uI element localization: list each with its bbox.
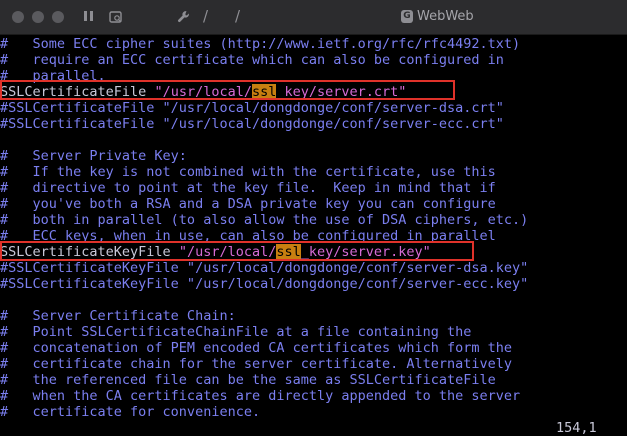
line-segment: # you've both a RSA and a DSA private ke… [0, 196, 496, 212]
terminal-line: #SSLCertificateFile "/usr/local/dongdong… [0, 100, 504, 116]
line-segment: #SSLCertificateKeyFile "/usr/local/dongd… [0, 276, 529, 292]
wrench-icon-svg [178, 11, 189, 22]
line-segment: # require an ECC certificate which can a… [0, 52, 504, 68]
separator-icon: / [203, 7, 209, 25]
terminal-line: # certificate for convenience. [0, 404, 260, 420]
terminal-line: # Server Certificate Chain: [0, 308, 236, 324]
sidebar-icon[interactable] [82, 9, 96, 27]
minimize-button[interactable] [32, 11, 44, 23]
line-segment: # certificate chain for the server certi… [0, 356, 513, 372]
line-segment: # If the key is not combined with the ce… [0, 164, 496, 180]
line-segment: #SSLCertificateFile "/usr/local/dongdong… [0, 116, 504, 132]
zoom-button[interactable] [52, 11, 64, 23]
annotation-box-certificate [0, 80, 455, 100]
window-title: WebWeb [417, 9, 474, 24]
terminal-line: # you've both a RSA and a DSA private ke… [0, 196, 496, 212]
terminal-line: # certificate chain for the server certi… [0, 356, 512, 372]
line-segment: # Server Certificate Chain: [0, 308, 236, 324]
line-segment: #SSLCertificateFile "/usr/local/dongdong… [0, 100, 504, 116]
terminal-line: # both in parallel (to also allow the us… [0, 212, 528, 228]
wrench-icon[interactable] [176, 9, 192, 29]
line-segment: # Some ECC cipher suites (http://www.iet… [0, 36, 521, 52]
close-button[interactable] [12, 11, 24, 23]
terminal-line: # Point SSLCertificateChainFile at a fil… [0, 324, 471, 340]
terminal-line: # concatenation of PEM encoded CA certif… [0, 340, 512, 356]
terminal-window: / / G WebWeb # Some ECC cipher suites (h… [0, 0, 627, 436]
title-bar: / / G WebWeb [0, 0, 627, 35]
cursor-position: 154,1 [556, 420, 597, 436]
separator-icon: / [235, 7, 241, 25]
line-segment: # concatenation of PEM encoded CA certif… [0, 340, 513, 356]
tab-overview-icon-svg [109, 11, 122, 23]
terminal-line: #SSLCertificateFile "/usr/local/dongdong… [0, 116, 504, 132]
line-segment: # certificate for convenience. [0, 404, 261, 420]
line-segment: # both in parallel (to also allow the us… [0, 212, 529, 228]
terminal-line: # directive to point at the key file. Ke… [0, 180, 496, 196]
terminal-line: # when the CA certificates are directly … [0, 388, 520, 404]
annotation-box-key [0, 241, 474, 261]
terminal-line: # Server Private Key: [0, 148, 187, 164]
terminal-line: # require an ECC certificate which can a… [0, 52, 504, 68]
terminal-line: # the referenced file can be the same as… [0, 372, 496, 388]
line-segment: #SSLCertificateKeyFile "/usr/local/dongd… [0, 260, 529, 276]
line-segment: # directive to point at the key file. Ke… [0, 180, 496, 196]
line-segment: # Point SSLCertificateChainFile at a fil… [0, 324, 472, 340]
line-segment: # Server Private Key: [0, 148, 187, 164]
terminal-line: #SSLCertificateKeyFile "/usr/local/dongd… [0, 276, 528, 292]
line-segment: # when the CA certificates are directly … [0, 388, 521, 404]
tab-overview-icon[interactable] [108, 9, 124, 29]
sidebar-icon-svg [84, 11, 93, 21]
line-segment: # the referenced file can be the same as… [0, 372, 496, 388]
terminal-line: # If the key is not combined with the ce… [0, 164, 496, 180]
terminal-line: # Some ECC cipher suites (http://www.iet… [0, 36, 520, 52]
terminal-line: #SSLCertificateKeyFile "/usr/local/dongd… [0, 260, 528, 276]
app-icon: G [401, 10, 413, 23]
